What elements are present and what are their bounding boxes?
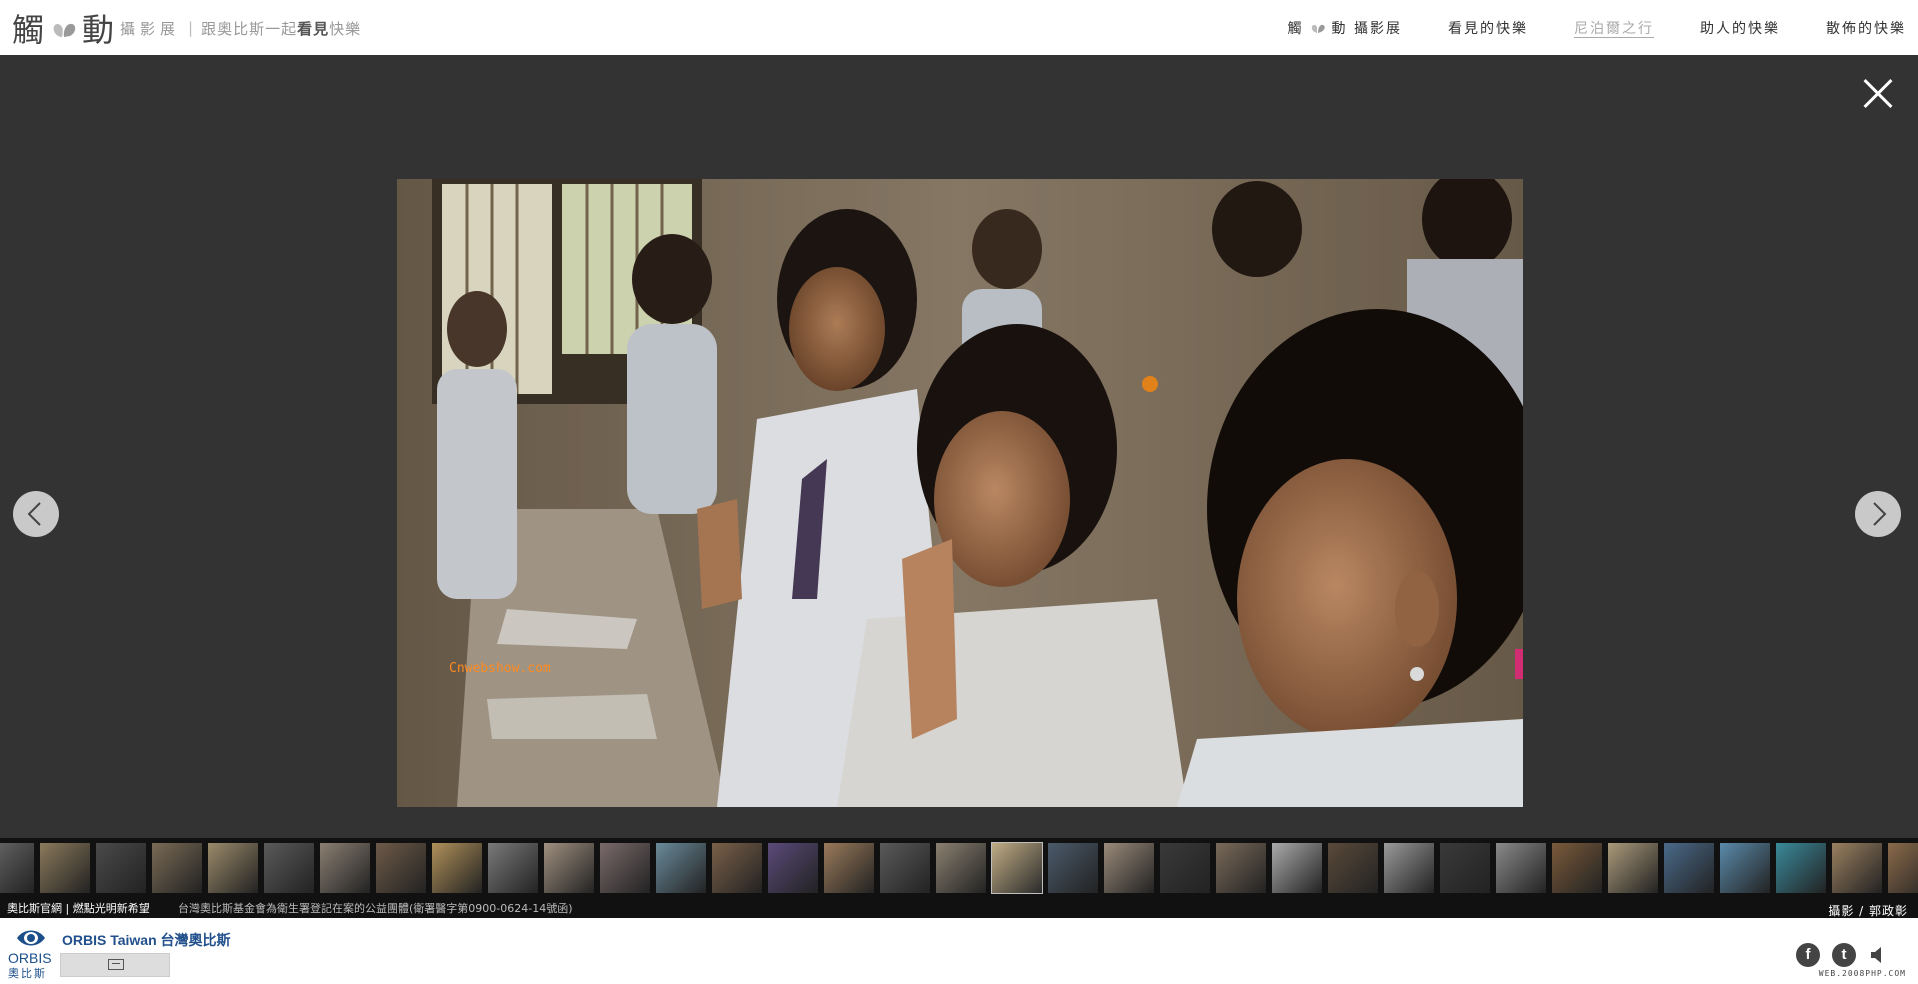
filmstrip-thumbnail[interactable] (880, 843, 930, 893)
filmstrip-thumbnail[interactable] (488, 843, 538, 893)
watermark-text: Cnwebshow.com (449, 661, 551, 676)
filmstrip-thumbnail[interactable] (1888, 843, 1918, 893)
caption-bar: 奧比斯官網 | 燃點光明新希望 台灣奧比斯基金會為衛生署登記在案的公益團體(衛署… (0, 896, 1918, 918)
official-site-link[interactable]: 奧比斯官網 | 燃點光明新希望 (7, 900, 150, 916)
charity-notice: 台灣奧比斯基金會為衛生署登記在案的公益團體(衛署醫字第0900-0624-14號… (178, 902, 573, 915)
eye-icon (17, 930, 45, 946)
header: 觸 動 攝影展 | 跟奧比斯一起看見快樂 觸 動 攝影展 看見的快樂 尼泊爾之行… (0, 0, 1918, 55)
image-placeholder-icon (108, 959, 124, 970)
filmstrip-thumbnail[interactable] (1496, 843, 1546, 893)
filmstrip-thumbnail[interactable] (1664, 843, 1714, 893)
filmstrip-thumbnail[interactable] (544, 843, 594, 893)
filmstrip-thumbnail[interactable] (1832, 843, 1882, 893)
main-nav: 觸 動 攝影展 看見的快樂 尼泊爾之行 助人的快樂 散佈的快樂 (1242, 0, 1906, 55)
filmstrip-thumbnail[interactable] (1720, 843, 1770, 893)
nav-item-seeing-joy[interactable]: 看見的快樂 (1448, 18, 1528, 38)
filmstrip-thumbnail[interactable] (1104, 843, 1154, 893)
filmstrip-thumbnail[interactable] (1440, 843, 1490, 893)
filmstrip-thumbnail[interactable] (432, 843, 482, 893)
filmstrip-thumbnail[interactable] (96, 843, 146, 893)
filmstrip-thumbnail[interactable] (1608, 843, 1658, 893)
brand-tagline: 跟奧比斯一起看見快樂 (201, 19, 362, 38)
chevron-right-icon (1873, 502, 1887, 526)
brand-char-2: 動 (82, 11, 117, 49)
filmstrip-thumbnail[interactable] (1048, 843, 1098, 893)
filmstrip-thumbnail[interactable] (264, 843, 314, 893)
speaker-icon[interactable] (1868, 945, 1888, 965)
site-watermark: WEB.2008PHP.COM (1818, 969, 1906, 978)
filmstrip-thumbnail[interactable] (1328, 843, 1378, 893)
logo-text-en: ORBIS (8, 950, 52, 966)
filmstrip-thumbnail[interactable] (208, 843, 258, 893)
nav-item-sharing-joy[interactable]: 散佈的快樂 (1826, 18, 1906, 38)
filmstrip-thumbnail[interactable] (40, 843, 90, 893)
filmstrip-thumbnail[interactable] (1776, 843, 1826, 893)
brand-separator: | (188, 19, 194, 37)
filmstrip-thumbnail[interactable] (1160, 843, 1210, 893)
close-icon[interactable] (1862, 78, 1894, 110)
twitter-icon[interactable]: t (1832, 943, 1856, 967)
prev-photo-button[interactable] (13, 491, 59, 537)
facebook-page-name[interactable]: ORBIS Taiwan 台灣奧比斯 (62, 930, 231, 950)
filmstrip-thumbnail[interactable] (991, 842, 1043, 894)
filmstrip-thumbnail[interactable] (600, 843, 650, 893)
logo-text-zh: 奧比斯 (8, 967, 47, 980)
next-photo-button[interactable] (1855, 491, 1901, 537)
filmstrip-thumbnail[interactable] (376, 843, 426, 893)
thumbnail-strip[interactable] (0, 838, 1918, 900)
like-button[interactable] (60, 953, 170, 977)
site-logo[interactable]: 觸 動 攝影展 | 跟奧比斯一起看見快樂 (12, 8, 362, 49)
filmstrip-thumbnail[interactable] (152, 843, 202, 893)
nav-item-exhibition[interactable]: 觸 動 攝影展 (1288, 18, 1402, 38)
filmstrip-thumbnail[interactable] (320, 843, 370, 893)
photo-credit: 攝影 / 郭政彰 (1828, 904, 1908, 918)
filmstrip-thumbnail[interactable] (1216, 843, 1266, 893)
lightbox-stage: Cnwebshow.com (0, 55, 1918, 838)
filmstrip-thumbnail[interactable] (1552, 843, 1602, 893)
main-photo: Cnwebshow.com (397, 179, 1523, 807)
brand-char-1: 觸 (12, 11, 47, 49)
heart-icon (53, 23, 76, 37)
nav-item-nepal-trip[interactable]: 尼泊爾之行 (1574, 18, 1654, 38)
filmstrip-thumbnail[interactable] (656, 843, 706, 893)
nav-item-helping-joy[interactable]: 助人的快樂 (1700, 18, 1780, 38)
chevron-left-icon (27, 502, 41, 526)
facebook-icon[interactable]: f (1796, 943, 1820, 967)
heart-icon (1311, 24, 1325, 33)
filmstrip-thumbnail[interactable] (1272, 843, 1322, 893)
orbis-logo[interactable]: ORBIS 奧比斯 (8, 926, 54, 980)
filmstrip-thumbnail[interactable] (824, 843, 874, 893)
filmstrip-thumbnail[interactable] (712, 843, 762, 893)
footer: ORBIS 奧比斯 ORBIS Taiwan 台灣奧比斯 f t WEB.200… (0, 918, 1918, 984)
filmstrip-thumbnail[interactable] (768, 843, 818, 893)
filmstrip-thumbnail[interactable] (936, 843, 986, 893)
social-links: f t (1784, 943, 1888, 967)
photo-schoolchildren-praying (397, 179, 1523, 807)
filmstrip-thumbnail[interactable] (0, 843, 34, 893)
brand-subtitle: 攝影展 (120, 19, 181, 38)
filmstrip-thumbnail[interactable] (1384, 843, 1434, 893)
